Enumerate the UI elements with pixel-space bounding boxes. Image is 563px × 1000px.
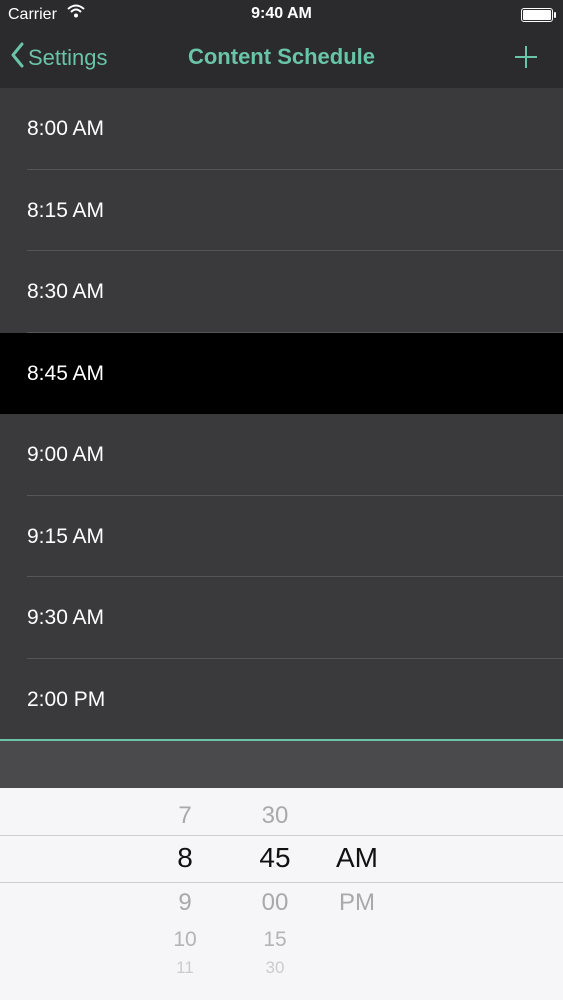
schedule-row[interactable]: 9:15 AM — [0, 496, 563, 577]
schedule-time-label: 9:00 AM — [27, 443, 105, 466]
back-label: Settings — [28, 45, 108, 70]
add-button[interactable] — [513, 44, 539, 75]
hour-option[interactable]: 7 — [145, 802, 225, 830]
schedule-time-label: 8:30 AM — [27, 280, 105, 303]
hour-option[interactable]: 11 — [145, 958, 225, 978]
minute-option[interactable]: 30 — [235, 802, 315, 830]
schedule-row[interactable]: 8:00 AM — [0, 88, 563, 170]
period-option[interactable]: PM — [317, 889, 397, 917]
schedule-time-label: 2:00 PM — [27, 687, 106, 711]
hour-option[interactable]: 8 — [145, 842, 225, 874]
status-bar: Carrier 9:40 AM — [0, 0, 563, 30]
schedule-row[interactable]: 8:30 AM — [0, 251, 563, 333]
schedule-list: 8:00 AM 8:15 AM 8:30 AM 8:45 AM 9:00 AM 9:15 … — [0, 88, 563, 740]
time-picker[interactable]: 7 8 9 10 11 30 45 00 15 30 AM PM — [0, 788, 563, 1000]
chevron-left-icon — [10, 42, 24, 74]
minute-option[interactable]: 45 — [235, 842, 315, 874]
schedule-row[interactable]: 8:45 AM — [0, 332, 563, 414]
minute-option[interactable]: 00 — [235, 889, 315, 917]
minute-option[interactable]: 30 — [235, 958, 315, 978]
schedule-time-label: 8:00 AM — [27, 117, 105, 140]
schedule-time-label: 8:45 AM — [27, 361, 105, 385]
back-button[interactable]: Settings — [10, 42, 108, 74]
schedule-row[interactable]: 9:00 AM — [0, 414, 563, 496]
nav-bar: Settings Content Schedule — [0, 30, 563, 88]
status-time: 9:40 AM — [251, 5, 312, 22]
battery-icon — [521, 8, 556, 22]
schedule-row[interactable]: 2:00 PM — [0, 659, 563, 740]
schedule-row[interactable]: 9:30 AM — [0, 577, 563, 659]
schedule-row[interactable]: 8:15 AM — [0, 170, 563, 251]
minute-option[interactable]: 15 — [235, 928, 315, 952]
period-option[interactable]: AM — [317, 842, 397, 874]
schedule-time-label: 8:15 AM — [27, 198, 105, 222]
hour-option[interactable]: 9 — [145, 889, 225, 917]
hour-option[interactable]: 10 — [145, 928, 225, 952]
schedule-time-label: 9:30 AM — [27, 606, 105, 629]
plus-icon — [513, 46, 539, 74]
schedule-time-label: 9:15 AM — [27, 524, 105, 548]
picker-toolbar — [0, 741, 563, 788]
